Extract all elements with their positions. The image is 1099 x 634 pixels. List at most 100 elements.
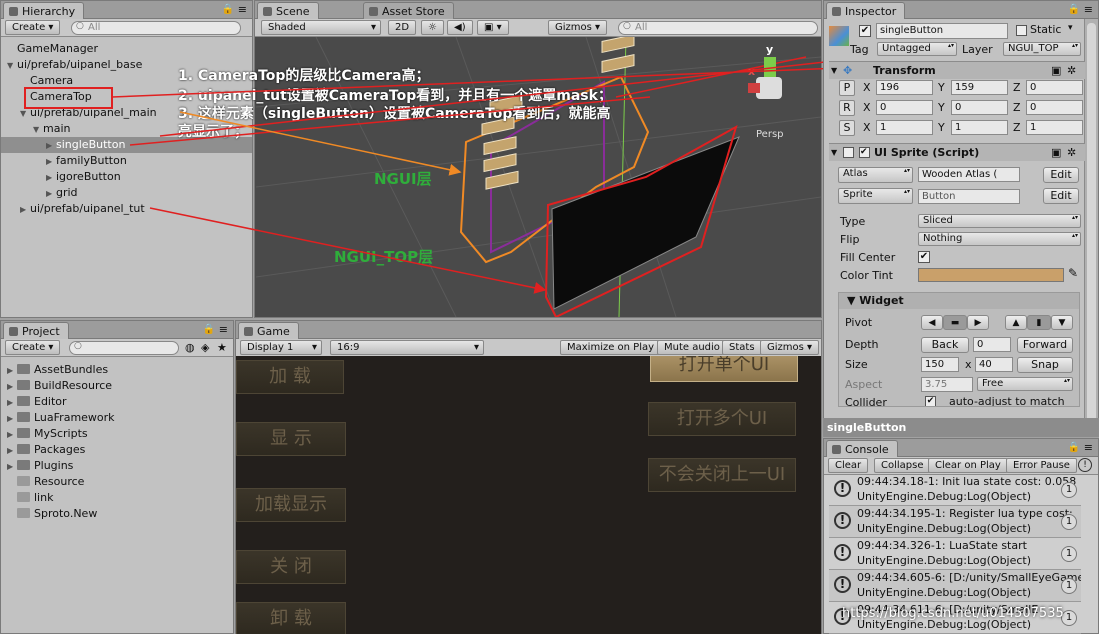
scl-y-field[interactable]: 1 (951, 120, 1008, 135)
project-create-button[interactable]: Create ▾ (5, 340, 61, 355)
console-clear-on-play-button[interactable]: Clear on Play (928, 458, 1008, 473)
help-icon[interactable]: ▣ (1051, 62, 1061, 79)
tab-project[interactable]: Project (3, 322, 69, 339)
expand-arrow-icon[interactable]: ▼ (7, 58, 17, 74)
project-search-input[interactable] (69, 341, 179, 355)
expand-arrow-icon[interactable]: ▼ (33, 122, 43, 138)
atlas-edit-button[interactable]: Edit (1043, 167, 1079, 183)
console-clear-button[interactable]: Clear (828, 458, 869, 473)
pos-y-field[interactable]: 159 (951, 80, 1008, 95)
depth-field[interactable]: 0 (973, 337, 1011, 352)
game-button-load[interactable]: 加 载 (236, 360, 344, 394)
project-folder-item[interactable]: ▶ MyScripts (1, 426, 88, 442)
flip-dropdown[interactable]: Nothing (918, 232, 1081, 246)
expand-arrow-icon[interactable]: ▶ (20, 202, 30, 218)
expand-arrow-icon[interactable]: ▶ (7, 379, 17, 395)
project-folder-item[interactable]: ▶ BuildResource (1, 378, 112, 394)
reset-scl-button[interactable]: S (839, 120, 855, 136)
help-icon[interactable]: ▣ (1051, 144, 1061, 161)
expand-arrow-icon[interactable]: ▶ (7, 395, 17, 411)
tab-asset-store[interactable]: Asset Store (363, 2, 454, 19)
display-dropdown[interactable]: Display 1 ▾ (240, 340, 322, 355)
tab-inspector[interactable]: Inspector (826, 2, 906, 19)
sprite-field[interactable]: Button (918, 189, 1020, 204)
menu-icon[interactable]: ≡ (1084, 441, 1093, 454)
scene-gizmo[interactable]: y x (746, 43, 806, 113)
project-folder-item[interactable]: ▶ LuaFramework (1, 410, 115, 426)
color-tint-swatch[interactable] (918, 268, 1064, 282)
tag-dropdown[interactable]: Untagged (877, 42, 957, 56)
game-viewport[interactable]: 加 载 显 示 加载显示 关 闭 卸 载 打开单个UI 打开多个UI 不会关闭上… (236, 356, 821, 634)
pivot-left-button[interactable]: ◀ (921, 315, 943, 330)
menu-icon[interactable]: ≡ (238, 3, 247, 16)
object-name-field[interactable]: singleButton (876, 23, 1008, 39)
settings-gear-icon[interactable]: ✲ (1067, 62, 1076, 79)
lock-icon[interactable]: 🔒 (203, 324, 215, 335)
sprite-button[interactable]: Sprite (838, 188, 913, 204)
hierarchy-item[interactable]: ▶ familyButton (1, 153, 252, 170)
tab-game[interactable]: Game (238, 322, 299, 339)
game-button-load-show[interactable]: 加载显示 (236, 488, 346, 522)
console-log-entry[interactable]: ! 09:44:34.605-6: [D:/unity/SmallEyeGame U… (829, 570, 1081, 602)
pos-x-field[interactable]: 196 (876, 80, 933, 95)
pivot-middle-button[interactable]: ▮ (1027, 315, 1051, 330)
depth-forward-button[interactable]: Forward (1017, 337, 1073, 353)
lighting-button[interactable]: ☼ (421, 20, 444, 35)
menu-icon[interactable]: ≡ (1084, 3, 1093, 16)
expand-arrow-icon[interactable]: ▶ (46, 138, 56, 154)
gizmos-dropdown[interactable]: Gizmos ▾ (548, 20, 608, 35)
expand-arrow-icon[interactable]: ▶ (7, 443, 17, 459)
menu-icon[interactable]: ≡ (219, 323, 228, 336)
project-folder-item[interactable]: ▶ Plugins (1, 458, 73, 474)
expand-arrow-icon[interactable]: ▶ (7, 363, 17, 379)
game-button-open-single[interactable]: 打开单个UI (650, 356, 798, 382)
rot-y-field[interactable]: 0 (951, 100, 1008, 115)
console-error-pause-button[interactable]: Error Pause (1006, 458, 1077, 473)
widget-header[interactable]: ▼ Widget (839, 293, 1079, 309)
type-dropdown[interactable]: Sliced (918, 214, 1081, 228)
game-button-open-multiple[interactable]: 打开多个UI (648, 402, 796, 436)
hierarchy-search-input[interactable]: All (71, 21, 241, 35)
atlas-field[interactable]: Wooden Atlas ( (918, 167, 1020, 182)
scl-z-field[interactable]: 1 (1026, 120, 1083, 135)
expand-arrow-icon[interactable]: ▶ (46, 170, 56, 186)
mode-2d-button[interactable]: 2D (388, 20, 417, 35)
create-button[interactable]: Create ▾ (5, 20, 61, 35)
mute-audio-button[interactable]: Mute audio (657, 340, 727, 355)
favorite-icon[interactable]: ★ (217, 341, 227, 354)
tab-scene[interactable]: Scene (257, 2, 319, 19)
stats-button[interactable]: Stats (722, 340, 762, 355)
project-folder-item[interactable]: Sproto.New (1, 506, 97, 522)
transform-header[interactable]: ▼ ✥ Transform ▣ ✲ (829, 61, 1085, 79)
atlas-button[interactable]: Atlas (838, 167, 913, 183)
scrollbar-thumb[interactable] (1087, 23, 1096, 423)
expand-arrow-icon[interactable]: ▶ (7, 411, 17, 427)
game-button-close[interactable]: 关 闭 (236, 550, 346, 584)
static-dropdown-icon[interactable]: ▾ (1068, 23, 1073, 33)
ui-sprite-header[interactable]: ▼ ✔ UI Sprite (Script) ▣ ✲ (829, 143, 1085, 161)
lock-icon[interactable]: 🔒 (1068, 4, 1080, 15)
console-collapse-button[interactable]: Collapse (874, 458, 931, 473)
hierarchy-item[interactable]: GameManager (1, 41, 252, 57)
layer-dropdown[interactable]: NGUI_TOP (1003, 42, 1081, 56)
console-log-entry[interactable]: ! 09:44:34.18-1: Init lua state cost: 0.0… (829, 474, 1081, 506)
console-log-entry[interactable]: ! 09:44:34.326-1: LuaState start UnityEngi… (829, 538, 1081, 570)
height-field[interactable]: 40 (975, 357, 1013, 372)
filter-type-icon[interactable]: ◍ (185, 341, 195, 354)
lock-icon[interactable]: 🔒 (1068, 442, 1080, 453)
eyedropper-icon[interactable]: ✎ (1068, 266, 1078, 280)
snap-button[interactable]: Snap (1017, 357, 1073, 373)
maximize-on-play-button[interactable]: Maximize on Play (560, 340, 662, 355)
info-filter-icon[interactable]: ! (1078, 458, 1092, 472)
game-button-unload[interactable]: 卸 载 (236, 602, 346, 634)
reset-rot-button[interactable]: R (839, 100, 855, 116)
pivot-top-button[interactable]: ▲ (1005, 315, 1027, 330)
expand-arrow-icon[interactable]: ▶ (7, 427, 17, 443)
scene-search-input[interactable]: All (618, 21, 818, 35)
expand-arrow-icon[interactable]: ▶ (46, 154, 56, 170)
pos-z-field[interactable]: 0 (1026, 80, 1083, 95)
width-field[interactable]: 150 (921, 357, 959, 372)
inspector-scrollbar[interactable] (1084, 19, 1098, 436)
tab-hierarchy[interactable]: Hierarchy (3, 2, 85, 19)
persp-label[interactable]: Persp (756, 129, 784, 140)
